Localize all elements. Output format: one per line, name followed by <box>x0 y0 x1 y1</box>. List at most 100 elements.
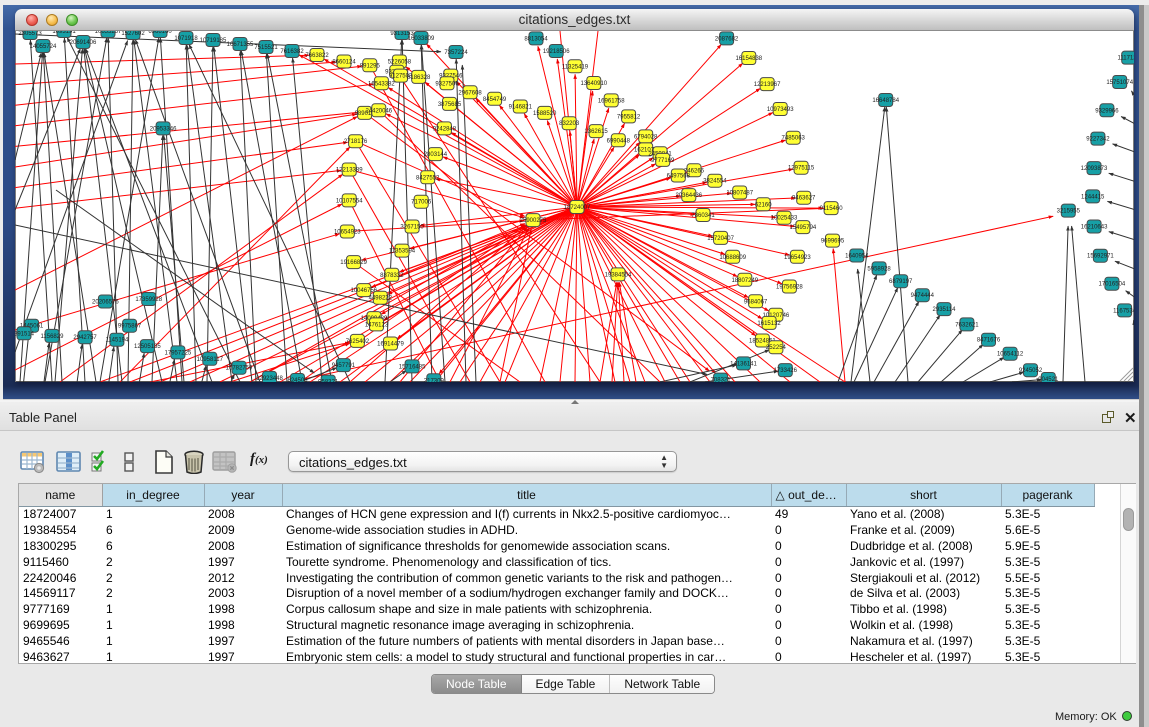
svg-text:6794028: 6794028 <box>634 134 658 140</box>
svg-text:1362615: 1362615 <box>584 129 608 135</box>
svg-text:2803144: 2803144 <box>424 152 448 158</box>
svg-text:9975867: 9975867 <box>118 324 142 330</box>
svg-text:958321: 958321 <box>318 380 339 382</box>
svg-text:7632621: 7632621 <box>955 322 979 328</box>
svg-text:3215955: 3215955 <box>1057 209 1081 215</box>
svg-text:6879197: 6879197 <box>889 279 913 285</box>
svg-text:16648784: 16648784 <box>872 98 899 104</box>
svg-text:12213967: 12213967 <box>754 82 781 88</box>
svg-text:9474444: 9474444 <box>911 293 935 299</box>
svg-text:15692971: 15692971 <box>1087 254 1114 260</box>
svg-text:9329966: 9329966 <box>1095 108 1119 114</box>
svg-text:6990448: 6990448 <box>607 138 631 144</box>
svg-text:11325419: 11325419 <box>562 64 589 70</box>
svg-text:391514: 391514 <box>15 331 35 337</box>
svg-text:10719185: 10719185 <box>200 38 227 44</box>
svg-text:16033809: 16033809 <box>408 36 435 42</box>
svg-text:10025433: 10025433 <box>771 216 798 222</box>
svg-text:9777169: 9777169 <box>651 158 675 164</box>
svg-text:7485063: 7485063 <box>782 136 806 142</box>
svg-text:19384554: 19384554 <box>605 272 632 278</box>
svg-text:12213389: 12213389 <box>336 168 363 174</box>
svg-text:1117123: 1117123 <box>1117 56 1134 62</box>
svg-text:1615132: 1615132 <box>757 321 781 327</box>
svg-text:10807487: 10807487 <box>726 191 753 197</box>
svg-text:904521: 904521 <box>1038 377 1059 382</box>
svg-text:17957225: 17957225 <box>165 350 192 356</box>
svg-text:2967608: 2967608 <box>458 90 482 96</box>
svg-text:19218506: 19218506 <box>543 49 570 55</box>
svg-text:708321: 708321 <box>711 378 732 382</box>
svg-text:891295: 891295 <box>360 63 381 69</box>
svg-text:17359928: 17359928 <box>135 297 162 303</box>
svg-text:12923448: 12923448 <box>256 376 283 382</box>
svg-text:19654923: 19654923 <box>784 255 811 261</box>
svg-text:7860341: 7860341 <box>691 213 715 219</box>
svg-text:15751074: 15751074 <box>1106 80 1133 86</box>
svg-text:10654112: 10654112 <box>997 352 1024 358</box>
svg-text:6497568: 6497568 <box>667 174 691 180</box>
svg-text:1588520: 1588520 <box>533 111 557 117</box>
svg-text:8427552: 8427552 <box>416 175 440 181</box>
svg-text:16961758: 16961758 <box>598 98 625 104</box>
svg-text:16154838: 16154838 <box>735 56 762 62</box>
svg-text:16782759: 16782759 <box>226 366 253 372</box>
svg-text:824506: 824506 <box>287 378 308 382</box>
svg-text:14136141: 14136141 <box>730 361 757 367</box>
svg-text:7625402: 7625402 <box>346 339 370 345</box>
svg-text:1145194: 1145194 <box>105 338 129 344</box>
svg-text:8660124: 8660124 <box>332 60 356 66</box>
svg-text:2305573: 2305573 <box>18 31 42 37</box>
svg-text:9146821: 9146821 <box>509 105 533 111</box>
svg-text:8878332: 8878332 <box>380 273 404 279</box>
svg-text:15716485: 15716485 <box>399 364 426 370</box>
svg-text:13640910: 13640910 <box>580 81 607 87</box>
svg-text:1527602: 1527602 <box>121 31 145 37</box>
svg-text:19166829: 19166829 <box>340 260 367 266</box>
svg-text:3267150: 3267150 <box>400 225 424 231</box>
svg-text:252254: 252254 <box>766 345 787 351</box>
svg-text:8186328: 8186328 <box>407 75 431 81</box>
svg-text:9457791: 9457791 <box>332 363 356 369</box>
svg-text:10973493: 10973493 <box>767 107 794 113</box>
svg-text:10655267: 10655267 <box>95 31 122 35</box>
svg-text:16210643: 16210643 <box>1081 225 1108 231</box>
svg-text:12093873: 12093873 <box>1081 166 1108 172</box>
svg-text:8471676: 8471676 <box>977 338 1001 344</box>
svg-text:11353594: 11353594 <box>389 249 416 255</box>
svg-text:1093191: 1093191 <box>52 31 76 35</box>
svg-text:1476123: 1476123 <box>365 322 389 328</box>
svg-text:20953346: 20953346 <box>150 126 177 132</box>
svg-text:9242848: 9242848 <box>433 126 457 132</box>
svg-text:18807249: 18807249 <box>731 278 758 284</box>
svg-text:2718176: 2718176 <box>344 139 368 145</box>
svg-text:20691406: 20691406 <box>70 40 97 46</box>
svg-text:16543382: 16543382 <box>368 81 395 87</box>
svg-text:6966160: 6966160 <box>148 31 172 35</box>
svg-text:832203: 832203 <box>559 121 580 127</box>
svg-text:1640954: 1640954 <box>845 254 869 260</box>
svg-text:12505135: 12505135 <box>134 344 161 350</box>
svg-text:1156829: 1156829 <box>41 334 65 340</box>
svg-text:25900275: 25900275 <box>520 218 547 224</box>
svg-text:24420046: 24420046 <box>365 108 392 114</box>
svg-text:7955812: 7955812 <box>617 114 641 120</box>
svg-text:1071918: 1071918 <box>174 36 198 42</box>
svg-text:10958117: 10958117 <box>197 357 224 363</box>
svg-text:2087682: 2087682 <box>715 36 739 42</box>
svg-text:7515521: 7515521 <box>254 45 278 51</box>
svg-text:9463627: 9463627 <box>792 196 816 202</box>
svg-text:7663822: 7663822 <box>305 53 329 59</box>
svg-text:9227342: 9227342 <box>1086 137 1110 143</box>
svg-text:9115460: 9115460 <box>820 206 844 212</box>
svg-text:217309: 217309 <box>424 378 445 382</box>
svg-text:20206576: 20206576 <box>92 300 119 306</box>
svg-text:1733426: 1733426 <box>774 368 798 374</box>
svg-text:62160: 62160 <box>755 202 772 208</box>
svg-text:9245052: 9245052 <box>1019 368 1043 374</box>
svg-text:15720407: 15720407 <box>707 236 734 242</box>
svg-text:10654923: 10654923 <box>334 230 361 236</box>
svg-text:10107554: 10107554 <box>336 198 363 204</box>
svg-text:5958928: 5958928 <box>867 266 891 272</box>
svg-text:7616382: 7616382 <box>280 49 304 55</box>
